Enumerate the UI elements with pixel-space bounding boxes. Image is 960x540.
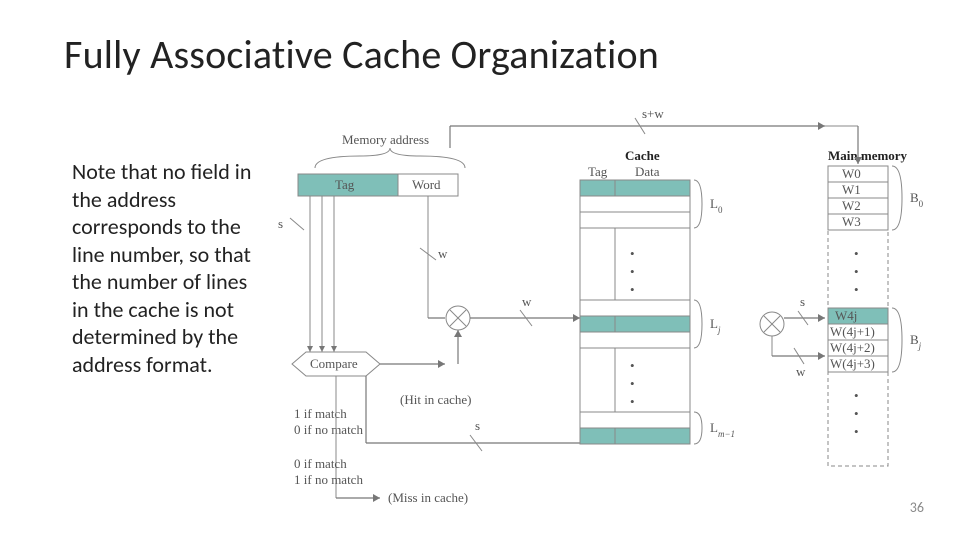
- mem-w2: W2: [842, 198, 861, 213]
- svg-text:•: •: [630, 282, 635, 297]
- mem-bj: Bj: [910, 332, 922, 351]
- cache-col-data: Data: [635, 164, 660, 179]
- mem-b0: B0: [910, 190, 924, 209]
- memory-address-label: Memory address: [342, 132, 429, 147]
- miss-0: 0 if match: [294, 456, 347, 471]
- svg-text:•: •: [854, 264, 859, 279]
- match-1: 1 if match: [294, 406, 347, 421]
- mem-w: w: [796, 364, 806, 379]
- cache-col-tag: Tag: [588, 164, 608, 179]
- svg-text:•: •: [854, 406, 859, 421]
- word-width-w: w: [438, 246, 448, 261]
- hit-label: (Hit in cache): [400, 392, 471, 407]
- body-paragraph: Note that no field in the address corres…: [72, 158, 267, 378]
- miss-label: (Miss in cache): [388, 490, 468, 505]
- cache-header: Cache: [625, 148, 660, 163]
- cache-line-Lm1: Lm−1: [710, 420, 735, 439]
- mux-w: w: [522, 294, 532, 309]
- svg-text:•: •: [630, 376, 635, 391]
- mem-w1: W1: [842, 182, 861, 197]
- svg-text:•: •: [854, 282, 859, 297]
- main-memory-header: Main memory: [828, 148, 908, 163]
- mem-w0: W0: [842, 166, 861, 181]
- mem-w4j3: W(4j+3): [830, 356, 875, 371]
- mem-w3: W3: [842, 214, 861, 229]
- svg-text:•: •: [854, 246, 859, 261]
- svg-text:•: •: [854, 388, 859, 403]
- svg-text:•: •: [630, 264, 635, 279]
- mem-s: s: [800, 294, 805, 309]
- addr-field-word: Word: [412, 177, 441, 192]
- svg-text:•: •: [630, 394, 635, 409]
- svg-text:•: •: [630, 246, 635, 261]
- compare-label: Compare: [310, 356, 358, 371]
- match-0: 0 if no match: [294, 422, 363, 437]
- mem-w4j1: W(4j+1): [830, 324, 875, 339]
- addr-field-tag: Tag: [335, 177, 355, 192]
- tag-width-s: s: [278, 216, 283, 231]
- svg-text:•: •: [854, 424, 859, 439]
- cache-line-Lj: Lj: [710, 316, 721, 335]
- cache-line-L0: L0: [710, 196, 723, 215]
- bus-width-sw: s+w: [642, 108, 664, 121]
- cache-diagram: s+w Memory address Tag Word · · · s w Co…: [270, 108, 950, 518]
- mem-w4j2: W(4j+2): [830, 340, 875, 355]
- tag-back-s: s: [475, 418, 480, 433]
- mem-w4j: W4j: [835, 308, 857, 323]
- miss-1: 1 if no match: [294, 472, 363, 487]
- svg-text:•: •: [630, 358, 635, 373]
- slide-title: Fully Associative Cache Organization: [64, 30, 659, 79]
